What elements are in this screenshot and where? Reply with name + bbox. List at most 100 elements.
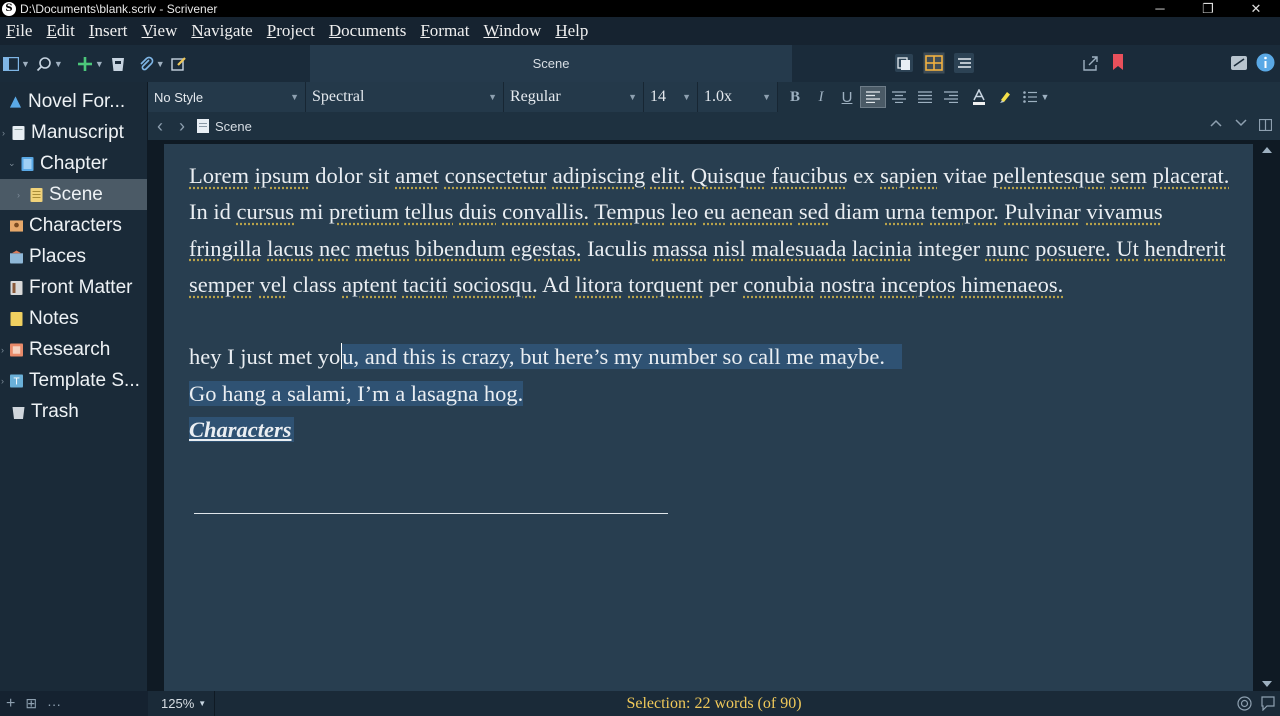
paragraph-style-select[interactable]: No Style ▼ xyxy=(148,82,306,112)
list-style-button[interactable]: ▼ xyxy=(1018,86,1054,108)
minimize-button[interactable]: ─ xyxy=(1136,1,1184,16)
chevron-down-icon[interactable]: ▼ xyxy=(54,59,63,69)
restore-button[interactable]: ❐ xyxy=(1184,1,1232,17)
binder-item-label: Characters xyxy=(29,214,122,236)
binder-item-notes[interactable]: Notes xyxy=(0,303,147,334)
zoom-select[interactable]: 125% ▼ xyxy=(161,691,216,716)
word: Iaculis xyxy=(587,235,648,261)
word: convallis. xyxy=(502,199,590,225)
chevron-down-icon[interactable]: ▼ xyxy=(156,59,165,69)
binder-item-places[interactable]: Places xyxy=(0,241,147,272)
more-options-icon[interactable]: ··· xyxy=(47,696,61,712)
binder-item-project[interactable]: Novel For... xyxy=(0,86,147,117)
word: leo xyxy=(670,199,699,225)
scrivener-app-icon: S xyxy=(2,1,16,16)
editor-area: Lorem ipsum dolor sit amet consectetur a… xyxy=(148,140,1280,691)
menu-format[interactable]: Format xyxy=(420,21,469,41)
word: sapien xyxy=(880,163,938,188)
align-right-icon xyxy=(944,91,958,103)
bold-button[interactable]: B xyxy=(782,86,808,108)
paperclip-icon[interactable] xyxy=(138,53,154,75)
vertical-scrollbar[interactable] xyxy=(1253,144,1280,691)
font-size-value: 14 xyxy=(650,88,666,105)
binder-item-chapter[interactable]: ⌄ Chapter xyxy=(0,148,147,179)
bookmark-icon[interactable] xyxy=(1112,54,1124,75)
word: taciti xyxy=(402,271,448,297)
text-color-button[interactable] xyxy=(966,86,992,108)
font-size-select[interactable]: 14 ▼ xyxy=(644,82,698,112)
edit-note-icon[interactable] xyxy=(170,53,187,75)
zoom-value: 125% xyxy=(161,696,195,711)
chevron-up-icon[interactable] xyxy=(1210,116,1222,131)
menu-insert[interactable]: Insert xyxy=(89,21,128,41)
word: eu xyxy=(703,199,726,225)
chevron-down-icon[interactable] xyxy=(1235,116,1247,131)
binder-item-manuscript[interactable]: › Manuscript xyxy=(0,117,147,148)
add-icon[interactable]: + xyxy=(6,695,15,713)
corkboard-view-icon[interactable] xyxy=(923,52,945,79)
menu-edit[interactable]: Edit xyxy=(46,21,74,41)
notes-icon xyxy=(10,311,23,326)
highlight-button[interactable] xyxy=(992,86,1018,108)
text-editor[interactable]: Lorem ipsum dolor sit amet consectetur a… xyxy=(164,144,1253,691)
chevron-down-icon[interactable]: ▼ xyxy=(21,59,30,69)
align-justify-button[interactable] xyxy=(912,86,938,108)
chevron-right-icon[interactable]: › xyxy=(2,128,5,138)
binder-toggle-icon[interactable] xyxy=(3,53,19,75)
scrivenings-view-icon[interactable] xyxy=(894,53,914,78)
menu-navigate[interactable]: Navigate xyxy=(191,21,252,41)
chevron-right-icon[interactable]: › xyxy=(1,376,4,386)
align-center-button[interactable] xyxy=(886,86,912,108)
manuscript-icon xyxy=(12,125,25,140)
scroll-up-icon[interactable] xyxy=(1262,146,1272,154)
outliner-view-icon[interactable] xyxy=(954,53,974,78)
menu-project[interactable]: Project xyxy=(267,21,315,41)
menu-window[interactable]: Window xyxy=(483,21,541,41)
add-icon[interactable] xyxy=(77,53,93,75)
forward-arrow-icon[interactable]: › xyxy=(179,116,185,137)
binder-item-characters[interactable]: Characters xyxy=(0,210,147,241)
chevron-down-icon: ▼ xyxy=(290,92,299,102)
align-left-button[interactable] xyxy=(860,86,886,108)
back-arrow-icon[interactable]: ‹ xyxy=(157,116,163,137)
menu-file[interactable]: File xyxy=(6,21,32,41)
binder-item-template-sheets[interactable]: › T Template S... xyxy=(0,365,147,396)
menu-documents[interactable]: Documents xyxy=(329,21,406,41)
chevron-down-icon[interactable]: ⌄ xyxy=(8,158,16,169)
font-weight-select[interactable]: Regular ▼ xyxy=(504,82,644,112)
list-icon xyxy=(1022,91,1037,103)
scroll-down-icon[interactable] xyxy=(1262,680,1272,688)
chevron-down-icon[interactable]: ▼ xyxy=(95,59,104,69)
add-document-icon[interactable]: ⊞ xyxy=(25,695,37,712)
trash-icon[interactable] xyxy=(110,53,126,75)
document-text[interactable]: Lorem ipsum dolor sit amet consectetur a… xyxy=(189,158,1239,448)
underline-button[interactable]: U xyxy=(834,86,860,108)
split-editor-icon[interactable] xyxy=(1258,118,1273,134)
binder-item-trash[interactable]: Trash xyxy=(0,396,147,427)
chevron-right-icon[interactable]: › xyxy=(17,190,20,200)
binder-item-front-matter[interactable]: Front Matter xyxy=(0,272,147,303)
chevron-right-icon[interactable]: › xyxy=(1,345,4,355)
search-icon[interactable] xyxy=(36,53,52,75)
menu-help[interactable]: Help xyxy=(555,21,588,41)
font-family-select[interactable]: Spectral ▼ xyxy=(306,82,504,112)
main-toolbar: ▼ ▼ ▼ ▼ Scene xyxy=(0,45,1280,82)
close-button[interactable]: ✕ xyxy=(1232,1,1280,17)
binder-item-research[interactable]: › Research xyxy=(0,334,147,365)
align-right-button[interactable] xyxy=(938,86,964,108)
inspector-info-icon[interactable] xyxy=(1256,53,1275,77)
composition-mode-icon[interactable] xyxy=(1230,54,1248,77)
header-document-title[interactable]: Scene xyxy=(215,119,252,134)
characters-link[interactable]: Characters xyxy=(189,417,294,443)
binder-item-scene[interactable]: › Scene xyxy=(0,179,147,210)
horizontal-rule xyxy=(194,513,668,514)
italic-button[interactable]: I xyxy=(808,86,834,108)
binder-item-label: Template S... xyxy=(29,369,140,391)
menu-view[interactable]: View xyxy=(142,21,178,41)
share-icon[interactable] xyxy=(1082,54,1100,77)
word: semper xyxy=(189,271,254,297)
word: id xyxy=(213,199,231,225)
target-icon[interactable] xyxy=(1237,696,1252,714)
line-spacing-select[interactable]: 1.0x ▼ xyxy=(698,82,778,112)
comment-icon[interactable] xyxy=(1261,696,1275,714)
